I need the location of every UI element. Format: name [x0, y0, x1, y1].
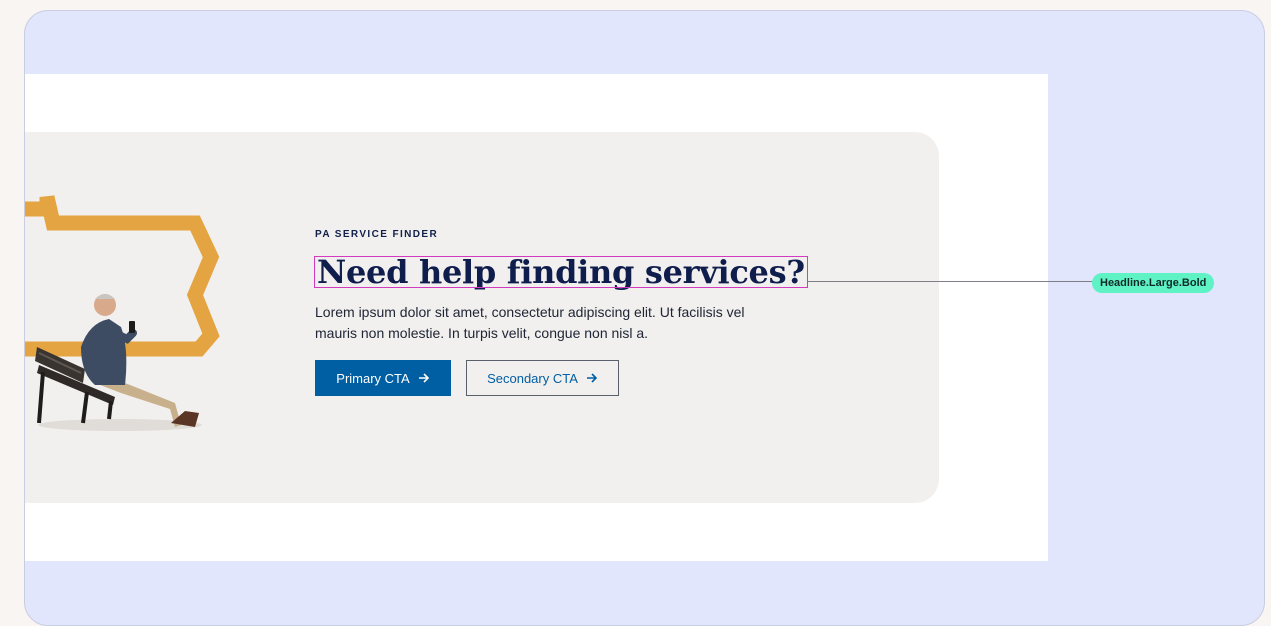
hero-description: Lorem ipsum dolor sit amet, consectetur …	[315, 304, 745, 341]
arrow-right-icon	[418, 373, 429, 383]
man-on-bench-image	[35, 294, 202, 431]
eyebrow-label: PA SERVICE FINDER	[315, 229, 439, 240]
hero-content: PA SERVICE FINDER Need help finding serv…	[314, 229, 835, 396]
secondary-cta-button[interactable]: Secondary CTA	[466, 360, 619, 396]
secondary-cta-label: Secondary CTA	[487, 370, 578, 386]
arrow-right-icon	[586, 373, 598, 383]
hero-illustration	[25, 195, 220, 431]
primary-cta-button[interactable]: Primary CTA	[315, 360, 451, 396]
design-canvas: PA SERVICE FINDER Need help finding serv…	[24, 10, 1265, 626]
service-finder-card: PA SERVICE FINDER Need help finding serv…	[25, 132, 939, 503]
page-title: Need help finding services?	[314, 253, 808, 291]
typography-spec-badge: Headline.Large.Bold	[1092, 273, 1215, 293]
artboard-frame: PA SERVICE FINDER Need help finding serv…	[25, 74, 1048, 561]
cta-group: Primary CTA Secondary CTA	[315, 360, 835, 396]
annotation-leader-line	[808, 281, 1118, 282]
primary-cta-label: Primary CTA	[336, 370, 410, 386]
